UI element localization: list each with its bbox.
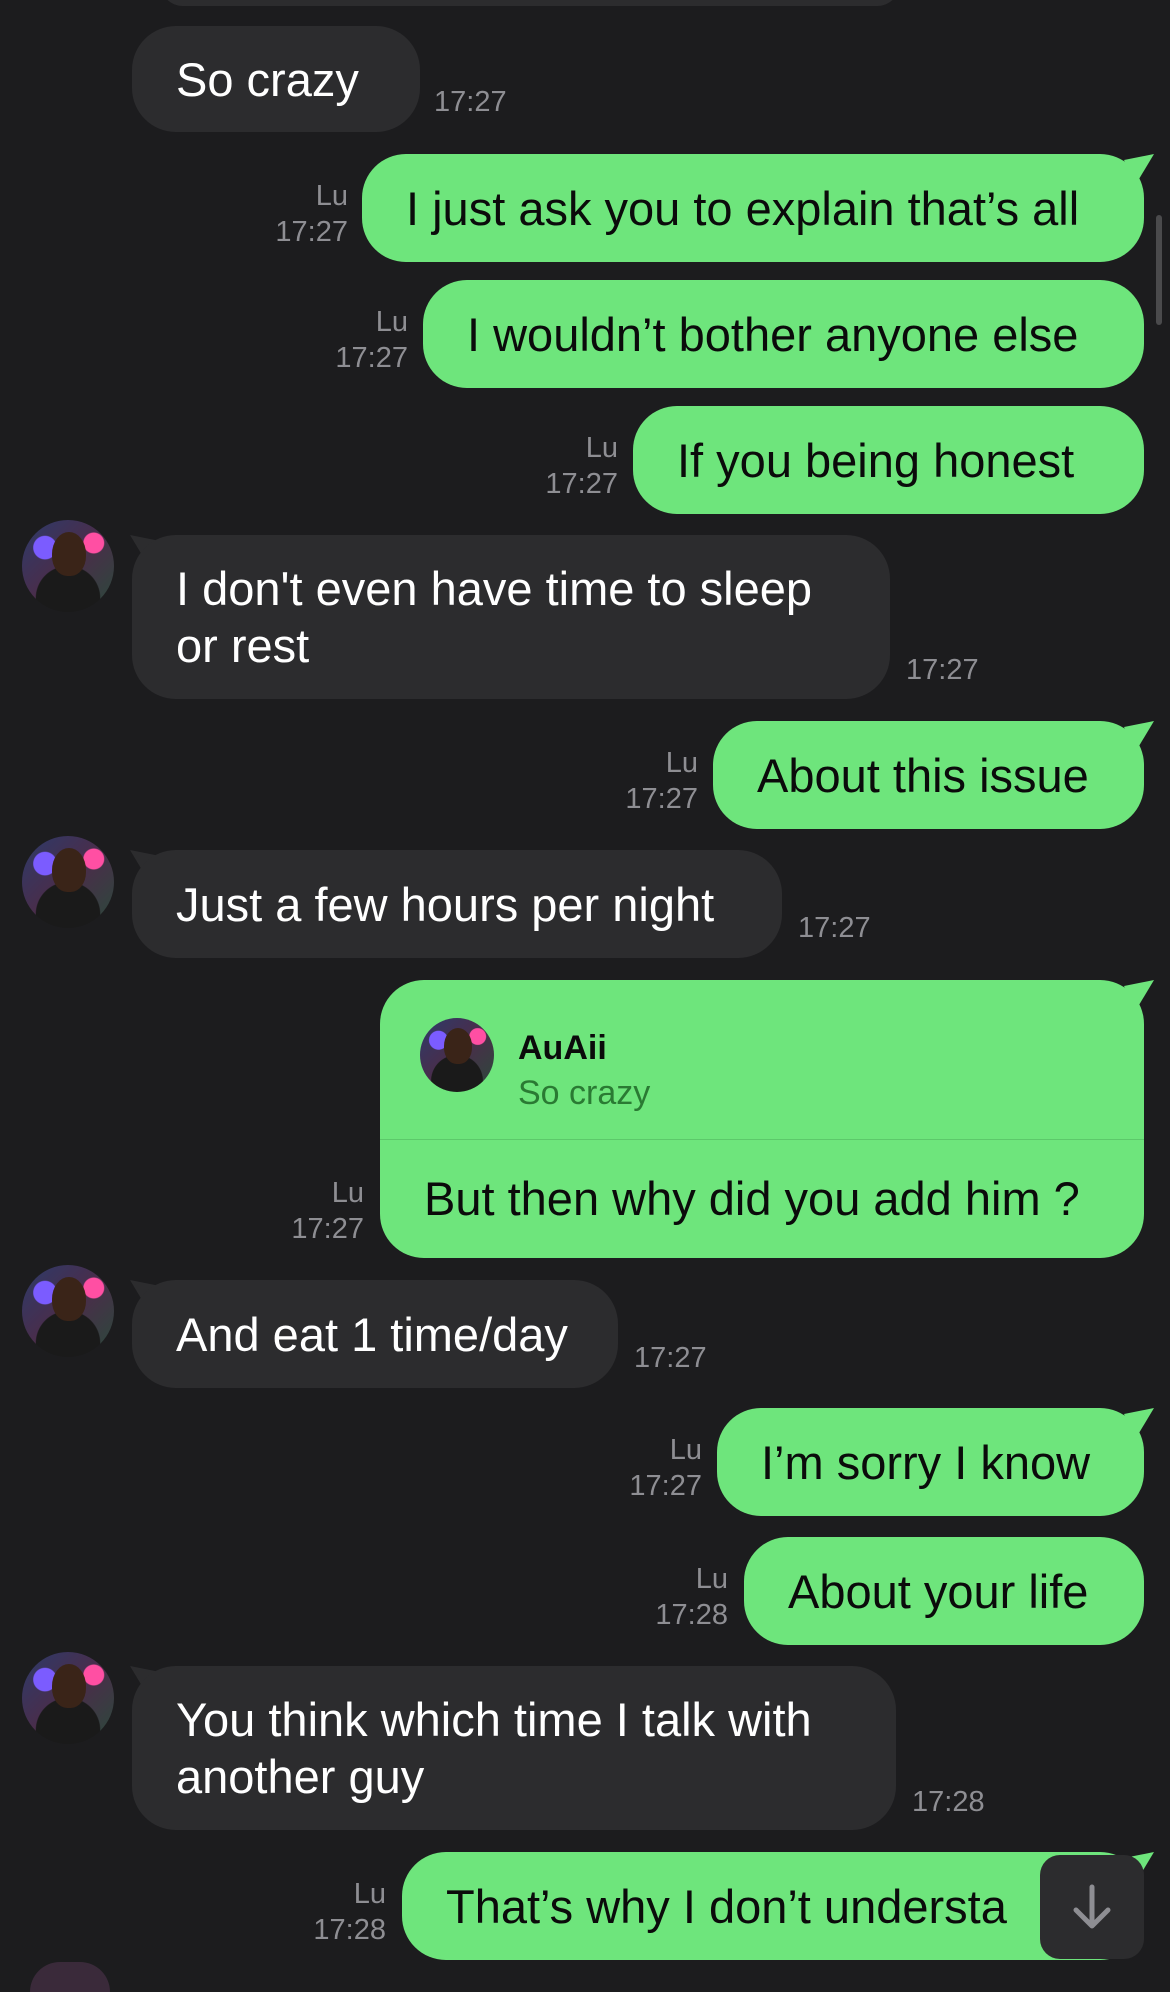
avatar[interactable] [22, 836, 114, 928]
message-text: About this issue [757, 748, 1089, 802]
message-time: 17:28 [912, 1786, 985, 1818]
message-bubble[interactable]: I wouldn’t bother anyone else [423, 280, 1144, 388]
message-text: If you being honest [677, 433, 1075, 487]
message-text: And eat 1 time/day [176, 1307, 568, 1361]
reply-quoted-text: So crazy [518, 1074, 651, 1112]
message-time: 17:28 [313, 1914, 386, 1946]
message-meta: Lu 17:27 [590, 745, 698, 817]
message-time: 17:27 [291, 1213, 364, 1245]
message-bubble[interactable]: And eat 1 time/day [132, 1280, 618, 1388]
message-sender: Lu [375, 306, 408, 338]
message-time: 17:27 [275, 216, 348, 248]
message-text: I don't even have time to sleep or rest [176, 562, 813, 672]
message-meta: Lu 17:27 [256, 1175, 364, 1247]
message-bubble[interactable]: About this issue [713, 721, 1144, 829]
message-sender: Lu [669, 1434, 702, 1466]
message-bubble[interactable]: Just a few hours per night [132, 850, 782, 958]
message-text: That’s why I don’t understa [446, 1879, 1007, 1933]
message-time: 17:27 [335, 342, 408, 374]
message-text: Just a few hours per night [176, 877, 715, 931]
message-text: But then why did you add him ? [424, 1171, 1080, 1225]
message-time: 17:27 [625, 783, 698, 815]
message-text: I wouldn’t bother anyone else [467, 307, 1079, 361]
message-sender: Lu [353, 1878, 386, 1910]
message-bubble[interactable]: I’m sorry I know [717, 1408, 1144, 1516]
partial-bubble [160, 0, 900, 6]
message-time: 17:27 [629, 1470, 702, 1502]
avatar[interactable] [22, 520, 114, 612]
reply-preview[interactable]: AuAii So crazy [380, 980, 1144, 1140]
avatar[interactable] [22, 1265, 114, 1357]
message-time: 17:28 [655, 1599, 728, 1631]
message-meta: Lu 17:27 [510, 430, 618, 502]
message-time: 17:27 [906, 654, 979, 686]
arrow-down-icon [1073, 1884, 1111, 1929]
message-meta: Lu 17:27 [240, 178, 348, 250]
message-sender: Lu [585, 432, 618, 464]
message-text: So crazy [176, 52, 359, 106]
message-text: I just ask you to explain that’s all [406, 181, 1080, 235]
scroll-to-bottom-button[interactable] [1040, 1855, 1144, 1959]
message-bubble[interactable]: AuAii So crazy But then why did you add … [380, 980, 1144, 1258]
message-meta: Lu 17:27 [300, 304, 408, 376]
message-meta: Lu 17:28 [278, 1876, 386, 1948]
avatar[interactable] [22, 1652, 114, 1744]
message-time: 17:27 [434, 86, 507, 118]
message-bubble[interactable]: I don't even have time to sleep or rest [132, 535, 890, 699]
message-time: 17:27 [798, 912, 871, 944]
message-bubble[interactable]: So crazy [132, 26, 420, 132]
message-time: 17:27 [634, 1342, 707, 1374]
message-bubble[interactable]: You think which time I talk with another… [132, 1666, 896, 1830]
message-sender: Lu [315, 180, 348, 212]
message-text: You think which time I talk with another… [176, 1693, 812, 1803]
message-bubble[interactable]: If you being honest [633, 406, 1144, 514]
reply-avatar [420, 1018, 494, 1092]
partial-avatar [30, 1962, 110, 1992]
message-bubble[interactable]: I just ask you to explain that’s all [362, 154, 1144, 262]
message-bubble[interactable]: That’s why I don’t understa [402, 1852, 1144, 1960]
message-sender: Lu [665, 747, 698, 779]
message-sender: Lu [695, 1563, 728, 1595]
message-text: I’m sorry I know [761, 1435, 1091, 1489]
message-meta: Lu 17:27 [594, 1432, 702, 1504]
message-text: About your life [788, 1564, 1089, 1618]
scrollbar[interactable] [1156, 215, 1162, 325]
message-bubble[interactable]: About your life [744, 1537, 1144, 1645]
message-time: 17:27 [545, 468, 618, 500]
message-meta: Lu 17:28 [620, 1561, 728, 1633]
message-sender: Lu [331, 1177, 364, 1209]
